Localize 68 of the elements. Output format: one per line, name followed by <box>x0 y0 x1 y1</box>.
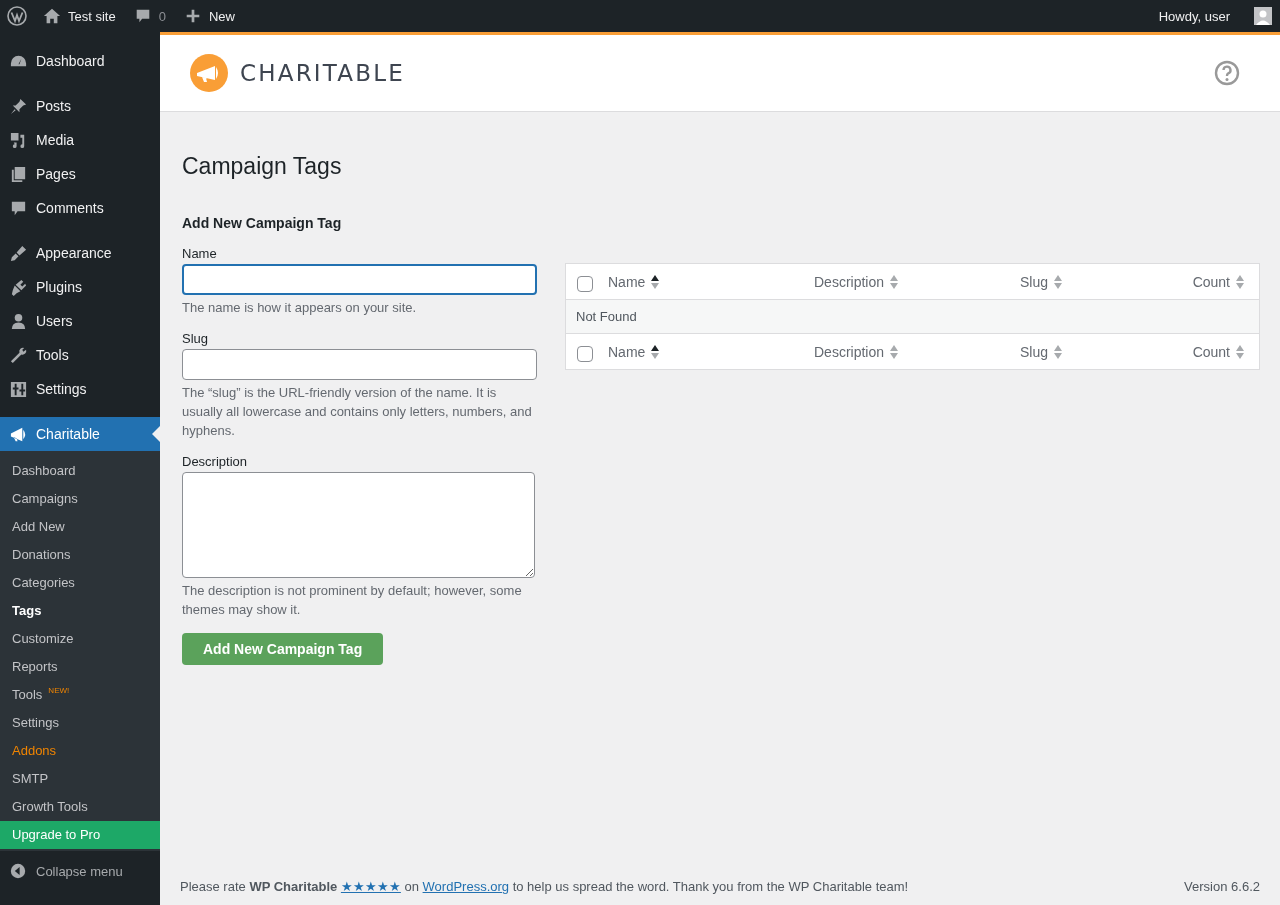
empty-message: Not Found <box>576 309 637 324</box>
input-field[interactable] <box>182 264 537 295</box>
submenu-item[interactable]: Customize <box>0 625 160 653</box>
select-all-checkbox[interactable] <box>577 345 593 362</box>
submenu-item[interactable]: Tags <box>0 597 160 625</box>
field-label: Description <box>182 454 249 469</box>
avatar-icon[interactable] <box>1254 7 1272 25</box>
textarea-field[interactable] <box>182 472 535 578</box>
pin-icon <box>9 96 28 116</box>
menu-item[interactable]: Dashboard <box>0 44 160 78</box>
column-header[interactable]: Name <box>608 343 814 360</box>
comment-count: 0 <box>158 8 166 24</box>
plug-icon <box>9 277 28 297</box>
column-header[interactable]: Slug <box>1020 273 1193 290</box>
submenu-item[interactable]: Tools $^{NEW!}$ <box>0 681 160 709</box>
input-field[interactable] <box>182 349 537 380</box>
footer-link[interactable]: WordPress.org <box>422 879 510 894</box>
column-header[interactable]: Count <box>1192 273 1245 290</box>
field-label: Slug <box>182 331 210 346</box>
menu-item[interactable]: Comments <box>0 191 160 225</box>
menu-item[interactable]: Plugins <box>0 270 160 304</box>
submenu-item[interactable]: SMTP <box>0 765 160 793</box>
field-hint: The “slug” is the URL-friendly version of the name. It is usually all lowercase and contains only letters, numbers, and hyphens. <box>182 384 533 440</box>
submenu-item[interactable]: Donations <box>0 541 160 569</box>
submenu-item[interactable]: Settings <box>0 709 160 737</box>
menu-item[interactable]: Tools <box>0 338 160 372</box>
submenu-item[interactable]: Addons <box>0 737 160 765</box>
menu-item[interactable]: Pages <box>0 157 160 191</box>
collapse-menu-button[interactable]: Collapse menu <box>0 851 160 879</box>
user-icon <box>9 311 28 331</box>
menu-item[interactable]: Users <box>0 304 160 338</box>
submenu-item[interactable]: Reports <box>0 653 160 681</box>
page-title: Campaign Tags <box>182 152 343 181</box>
brand-name: CHARITABLE <box>240 60 405 86</box>
select-all-checkbox[interactable] <box>577 275 593 292</box>
submenu-item[interactable]: Add New <box>0 513 160 541</box>
menu-item[interactable]: Appearance <box>0 236 160 270</box>
new-link[interactable]: New <box>208 8 235 24</box>
sliders-icon <box>9 379 28 399</box>
wrench-icon <box>9 345 28 365</box>
megaphone-logo-icon <box>190 54 228 92</box>
site-name-link[interactable]: Test site <box>68 8 116 24</box>
brush-icon <box>9 243 28 263</box>
menu-item[interactable]: Charitable <box>0 417 160 451</box>
column-header[interactable]: Slug <box>1020 343 1193 360</box>
menu-item[interactable]: Settings <box>0 372 160 406</box>
submenu-item[interactable]: Growth Tools <box>0 793 160 821</box>
column-header[interactable]: Description <box>814 343 1020 360</box>
form-heading: Add New Campaign Tag <box>182 215 343 231</box>
column-header[interactable]: Count <box>1192 343 1245 360</box>
home-icon[interactable] <box>43 7 61 25</box>
footer-link[interactable]: ★★★★★ <box>340 879 401 894</box>
version-text: Version 6.6.2 <box>1184 879 1260 894</box>
submenu-item[interactable]: Categories <box>0 569 160 597</box>
help-icon[interactable] <box>1214 60 1240 86</box>
submenu-item[interactable]: Dashboard <box>0 457 160 485</box>
field-label: Name <box>182 246 218 261</box>
menu-item[interactable]: Posts <box>0 89 160 123</box>
field-hint: The name is how it appears on your site. <box>182 299 418 317</box>
submenu-item[interactable]: Campaigns <box>0 485 160 513</box>
pages-icon <box>9 164 28 184</box>
rating-notice: Please rate WP Charitable ★★★★★ on WordPress.org to help us spread the word. Thank you from the WP Charitable team! <box>180 879 910 894</box>
greeting-link[interactable]: Howdy, user <box>1158 8 1230 24</box>
menu-item[interactable]: Media <box>0 123 160 157</box>
column-header[interactable]: Description <box>814 273 1020 290</box>
column-header[interactable]: Name <box>608 273 814 290</box>
wordpress-logo-icon[interactable] <box>7 6 27 26</box>
field-hint: The description is not prominent by default; however, some themes may show it. <box>182 582 523 619</box>
